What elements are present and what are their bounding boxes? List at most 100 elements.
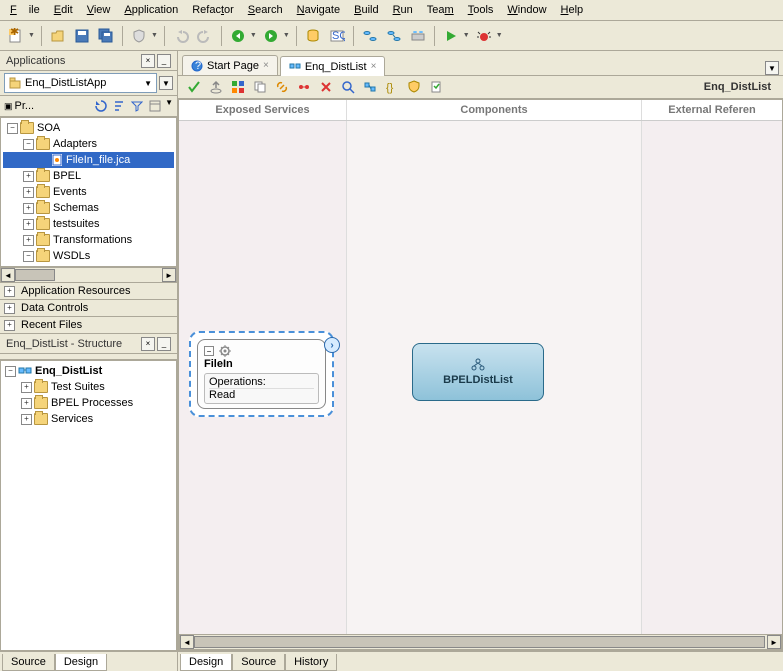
new-button[interactable]: ✱ bbox=[6, 26, 26, 46]
copy-icon[interactable] bbox=[250, 77, 270, 97]
braces-icon[interactable]: {} bbox=[382, 77, 402, 97]
menu-build[interactable]: Build bbox=[348, 2, 384, 18]
tree-node-file[interactable]: FileIn_file.jca bbox=[3, 152, 174, 168]
bpel-component[interactable]: BPELDistList bbox=[412, 343, 544, 401]
struct-node-root[interactable]: −Enq_DistList bbox=[3, 363, 174, 379]
deploy-icon[interactable] bbox=[206, 77, 226, 97]
canvas-hscroll[interactable]: ◄► bbox=[179, 634, 782, 650]
tree-node-schemas[interactable]: +Schemas bbox=[3, 200, 174, 216]
run-dropdown[interactable]: ▼ bbox=[463, 32, 470, 39]
lane-external[interactable] bbox=[642, 121, 782, 634]
new-dropdown[interactable]: ▼ bbox=[28, 32, 35, 39]
proj-menu-dropdown[interactable]: ▼ bbox=[165, 98, 173, 114]
tree-node-adapters[interactable]: −Adapters bbox=[3, 136, 174, 152]
left-tab-source[interactable]: Source bbox=[2, 654, 55, 671]
back-button[interactable] bbox=[228, 26, 248, 46]
menu-run[interactable]: Run bbox=[387, 2, 419, 18]
search-icon[interactable] bbox=[338, 77, 358, 97]
close-icon[interactable]: × bbox=[371, 61, 377, 72]
structure-close-icon[interactable]: × bbox=[141, 337, 155, 351]
data-controls-section[interactable]: +Data Controls bbox=[0, 300, 177, 317]
structure-tree[interactable]: −Enq_DistList +Test Suites +BPEL Process… bbox=[0, 360, 177, 651]
app-selector[interactable]: Enq_DistListApp ▼ bbox=[4, 73, 157, 93]
validate-icon[interactable] bbox=[184, 77, 204, 97]
editor-tab-source[interactable]: Source bbox=[232, 654, 285, 671]
recent-files-section[interactable]: +Recent Files bbox=[0, 317, 177, 334]
sql-icon[interactable]: SQL bbox=[327, 26, 347, 46]
menu-tools[interactable]: Tools bbox=[462, 2, 500, 18]
menu-team[interactable]: Team bbox=[421, 2, 460, 18]
collapse-icon[interactable]: − bbox=[204, 346, 214, 356]
delete-icon[interactable] bbox=[316, 77, 336, 97]
shield-icon[interactable] bbox=[129, 26, 149, 46]
tree-node-transformations[interactable]: +Transformations bbox=[3, 232, 174, 248]
proj-options-icon[interactable] bbox=[147, 98, 163, 114]
lane-header-components: Components bbox=[347, 100, 642, 120]
test-icon[interactable] bbox=[426, 77, 446, 97]
editor-tab-design[interactable]: Design bbox=[180, 654, 232, 671]
menu-view[interactable]: View bbox=[81, 2, 117, 18]
debug-button[interactable] bbox=[474, 26, 494, 46]
tab-start-page[interactable]: ? Start Page × bbox=[182, 55, 278, 75]
shield-dropdown[interactable]: ▼ bbox=[151, 32, 158, 39]
menu-edit[interactable]: Edit bbox=[48, 2, 79, 18]
tree-node-testsuites[interactable]: +testsuites bbox=[3, 216, 174, 232]
lane-components[interactable]: BPELDistList bbox=[347, 121, 642, 634]
proj-sort-icon[interactable] bbox=[111, 98, 127, 114]
app-selector-dropdown[interactable]: ▼ bbox=[159, 76, 173, 90]
tree-node-events[interactable]: +Events bbox=[3, 184, 174, 200]
db-group3-icon[interactable] bbox=[408, 26, 428, 46]
forward-button[interactable] bbox=[261, 26, 281, 46]
db-group2-icon[interactable] bbox=[384, 26, 404, 46]
menu-file[interactable]: File bbox=[4, 2, 46, 18]
lane-exposed[interactable]: › − FileIn Operations: Read bbox=[179, 121, 347, 634]
operation-read: Read bbox=[209, 388, 314, 401]
forward-dropdown[interactable]: ▼ bbox=[283, 32, 290, 39]
project-tree[interactable]: −SOA −Adapters FileIn_file.jca +BPEL +Ev… bbox=[0, 117, 177, 267]
binding-icon[interactable] bbox=[294, 77, 314, 97]
file-adapter-component[interactable]: › − FileIn Operations: Read bbox=[189, 331, 334, 417]
proj-filter-icon[interactable] bbox=[129, 98, 145, 114]
tree-hscroll[interactable]: ◄► bbox=[0, 267, 177, 283]
proj-refresh-icon[interactable] bbox=[93, 98, 109, 114]
tree-node-bpel[interactable]: +BPEL bbox=[3, 168, 174, 184]
canvas-body[interactable]: › − FileIn Operations: Read bbox=[179, 121, 782, 634]
menu-application[interactable]: Application bbox=[118, 2, 184, 18]
component-icon[interactable] bbox=[360, 77, 380, 97]
palette-icon[interactable] bbox=[228, 77, 248, 97]
canvas-header: Exposed Services Components External Ref… bbox=[179, 100, 782, 121]
struct-node-testsuites[interactable]: +Test Suites bbox=[3, 379, 174, 395]
undo-button[interactable] bbox=[171, 26, 191, 46]
tree-node-wsdls[interactable]: −WSDLs bbox=[3, 248, 174, 264]
tab-enq-distlist[interactable]: Enq_DistList × bbox=[280, 56, 386, 76]
close-icon[interactable]: × bbox=[263, 60, 269, 71]
tree-node-soa[interactable]: −SOA bbox=[3, 120, 174, 136]
struct-node-services[interactable]: +Services bbox=[3, 411, 174, 427]
debug-dropdown[interactable]: ▼ bbox=[496, 32, 503, 39]
projects-expand-icon[interactable]: ▣ bbox=[4, 101, 13, 112]
structure-minimize-icon[interactable]: _ bbox=[157, 337, 171, 351]
db-group1-icon[interactable] bbox=[360, 26, 380, 46]
run-button[interactable] bbox=[441, 26, 461, 46]
menu-window[interactable]: Window bbox=[501, 2, 552, 18]
menu-help[interactable]: Help bbox=[555, 2, 590, 18]
editor-tab-history[interactable]: History bbox=[285, 654, 337, 671]
struct-node-bpelprocesses[interactable]: +BPEL Processes bbox=[3, 395, 174, 411]
link-icon[interactable] bbox=[272, 77, 292, 97]
save-button[interactable] bbox=[72, 26, 92, 46]
tabs-menu-icon[interactable]: ▼ bbox=[765, 61, 779, 75]
db-icon[interactable] bbox=[303, 26, 323, 46]
open-button[interactable] bbox=[48, 26, 68, 46]
saveall-button[interactable] bbox=[96, 26, 116, 46]
menu-refactor[interactable]: Refactor bbox=[186, 2, 240, 18]
app-resources-section[interactable]: +Application Resources bbox=[0, 283, 177, 300]
back-dropdown[interactable]: ▼ bbox=[250, 32, 257, 39]
output-port-icon[interactable]: › bbox=[324, 337, 340, 353]
panel-close-icon[interactable]: × bbox=[141, 54, 155, 68]
security-icon[interactable] bbox=[404, 77, 424, 97]
left-tab-design[interactable]: Design bbox=[55, 654, 107, 671]
panel-minimize-icon[interactable]: _ bbox=[157, 54, 171, 68]
menu-navigate[interactable]: Navigate bbox=[291, 2, 346, 18]
menu-search[interactable]: Search bbox=[242, 2, 289, 18]
redo-button[interactable] bbox=[195, 26, 215, 46]
